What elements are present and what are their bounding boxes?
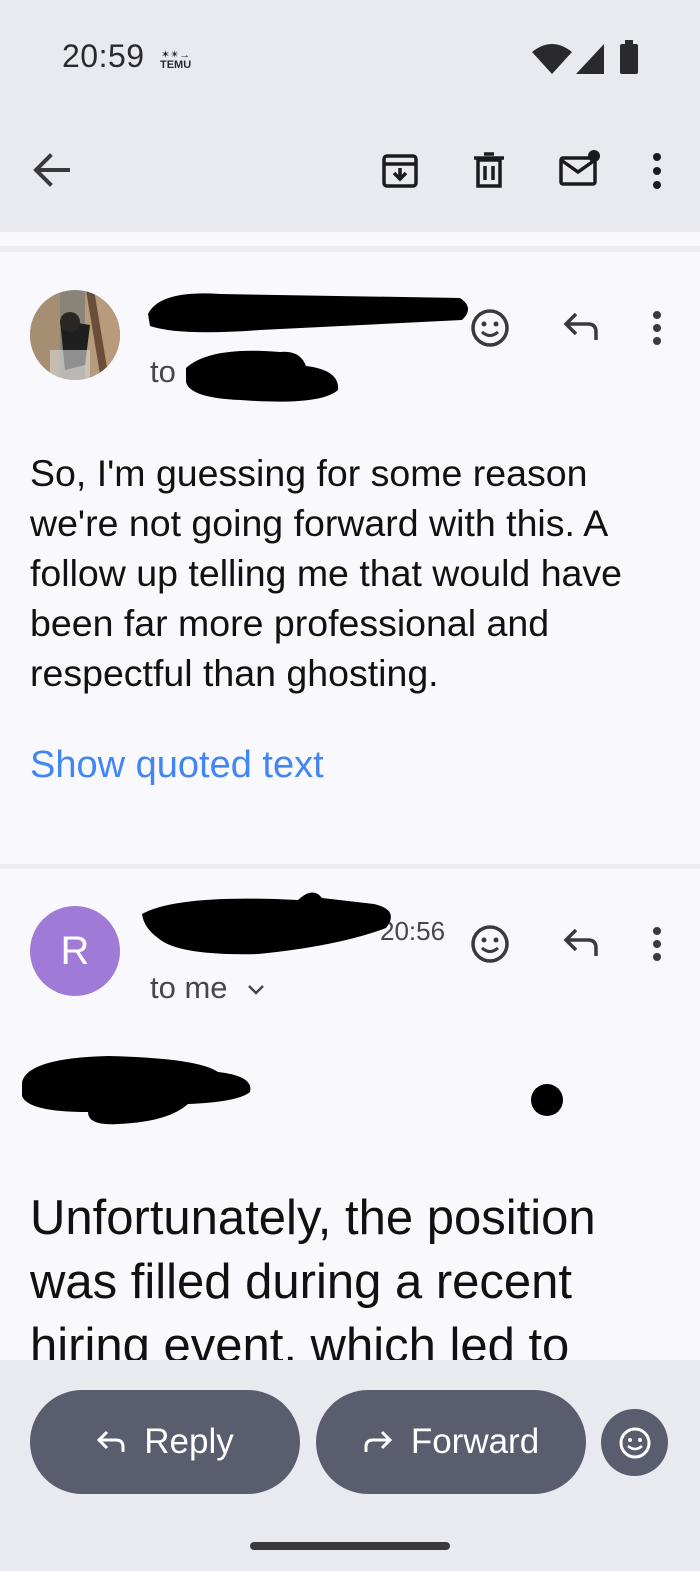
signal-icon (576, 44, 604, 74)
temu-notification-icon: ✶✴→ TEMU (160, 50, 192, 71)
reply-icon[interactable] (562, 928, 600, 958)
more-vert-icon[interactable] (650, 152, 664, 190)
arrow-back-icon[interactable] (32, 152, 70, 188)
temu-badge-line2: TEMU (160, 59, 192, 71)
emoji-icon (619, 1427, 650, 1458)
trash-icon[interactable] (470, 150, 508, 190)
reply-icon (97, 1430, 125, 1452)
redacted-greeting (22, 1056, 251, 1125)
battery-icon (620, 44, 638, 74)
redacted-recipient (186, 350, 339, 402)
message-body: So, I'm guessing for some reason we're n… (30, 452, 623, 694)
recipient-label[interactable]: to me (150, 970, 266, 1006)
emoji-react-icon[interactable] (470, 924, 510, 964)
reply-button[interactable]: Reply (30, 1390, 300, 1494)
redacted-sender-name (142, 892, 391, 955)
wifi-icon (532, 44, 572, 74)
top-app-bar: 20:59 ✶✴→ TEMU (0, 0, 700, 232)
avatar[interactable]: R (30, 906, 120, 996)
mail-unread-icon[interactable] (558, 148, 602, 188)
chevron-down-icon[interactable] (246, 983, 266, 997)
redaction-dot (531, 1084, 563, 1116)
status-time: 20:59 (62, 38, 145, 74)
more-vert-icon[interactable] (650, 310, 664, 346)
home-indicator[interactable] (250, 1542, 450, 1550)
more-vert-icon[interactable] (650, 926, 664, 962)
divider (0, 864, 700, 869)
redacted-sender-name (148, 293, 469, 333)
show-quoted-text-link[interactable]: Show quoted text (30, 744, 324, 787)
reply-icon[interactable] (562, 312, 600, 342)
forward-icon (364, 1430, 392, 1452)
status-icons (532, 40, 638, 74)
reply-label: Reply (144, 1422, 234, 1461)
emoji-react-button[interactable] (601, 1409, 668, 1476)
message-body: Unfortunately, the position was filled d… (30, 1191, 596, 1373)
recipient-label[interactable]: to (150, 354, 176, 390)
avatar[interactable] (30, 290, 120, 380)
recipient-label-text: to me (150, 970, 228, 1005)
forward-label: Forward (410, 1422, 540, 1461)
forward-button[interactable]: Forward (316, 1390, 586, 1494)
emoji-react-icon[interactable] (470, 308, 510, 348)
divider (0, 246, 700, 252)
archive-icon[interactable] (380, 150, 420, 190)
